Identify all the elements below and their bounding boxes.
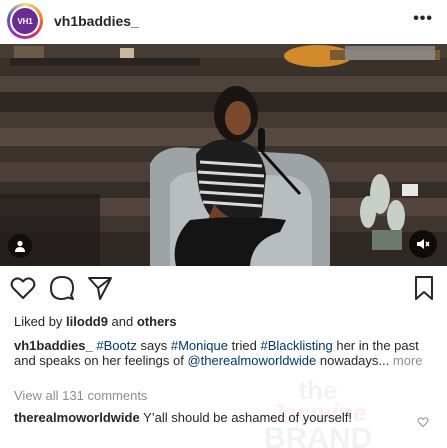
likes-conjunction: and — [107, 314, 137, 329]
action-bar — [0, 272, 447, 306]
post-username[interactable]: vh1baddies_ — [54, 13, 139, 29]
mention-therealmoworldwide[interactable]: @therealmoworldwide — [187, 353, 316, 368]
post-caption: vh1baddies_ #Bootz says #Monique tried #… — [14, 338, 434, 368]
vh1-logo: VH1 — [12, 8, 38, 34]
comment-text: Y’all should be ashamed of yourself! — [139, 410, 352, 425]
watermark-line3: BRAND — [263, 422, 373, 448]
bookmark-icon[interactable] — [410, 274, 438, 302]
comment-item: therealmoworldwide Y’all should be asham… — [14, 410, 404, 425]
heart-icon[interactable] — [9, 274, 37, 302]
volume-off-icon[interactable] — [409, 230, 437, 258]
post-header: VH1 vh1baddies_ ••• — [0, 0, 447, 44]
comment-heart-icon[interactable] — [417, 416, 429, 428]
volume-off-glyph — [417, 239, 430, 249]
user-tag-icon[interactable] — [8, 234, 32, 258]
avatar-inner: VH1 — [10, 6, 40, 36]
more-options-icon[interactable]: ••• — [413, 10, 433, 28]
comment-username[interactable]: therealmoworldwide — [14, 410, 140, 425]
user-tag-glyph — [15, 240, 25, 252]
caption-more-link[interactable]: more — [393, 353, 423, 368]
hashtag-monique[interactable]: #Monique — [171, 338, 228, 353]
share-icon[interactable] — [86, 274, 114, 302]
caption-text-4: tried — [227, 338, 261, 353]
likes-prefix: Liked by — [14, 314, 67, 329]
likes-line: Liked by lilodd9 and others — [14, 314, 177, 329]
watermark-line1: the — [298, 375, 338, 405]
hashtag-blacklisting[interactable]: #Blacklisting — [260, 338, 332, 353]
liked-by-user[interactable]: lilodd9 — [66, 314, 108, 329]
likes-others-link[interactable]: others — [137, 314, 177, 329]
video-frame — [0, 44, 447, 266]
caption-username[interactable]: vh1baddies_ — [14, 338, 93, 353]
comment-icon[interactable] — [48, 274, 76, 302]
caption-text-8: nowadays... — [316, 353, 390, 368]
view-all-comments-link[interactable]: View all 131 comments — [14, 388, 147, 403]
hashtag-bootz[interactable]: #Bootz — [96, 338, 136, 353]
post-video[interactable] — [0, 44, 447, 266]
avatar[interactable]: VH1 — [7, 3, 43, 39]
caption-text-2: says — [136, 338, 171, 353]
